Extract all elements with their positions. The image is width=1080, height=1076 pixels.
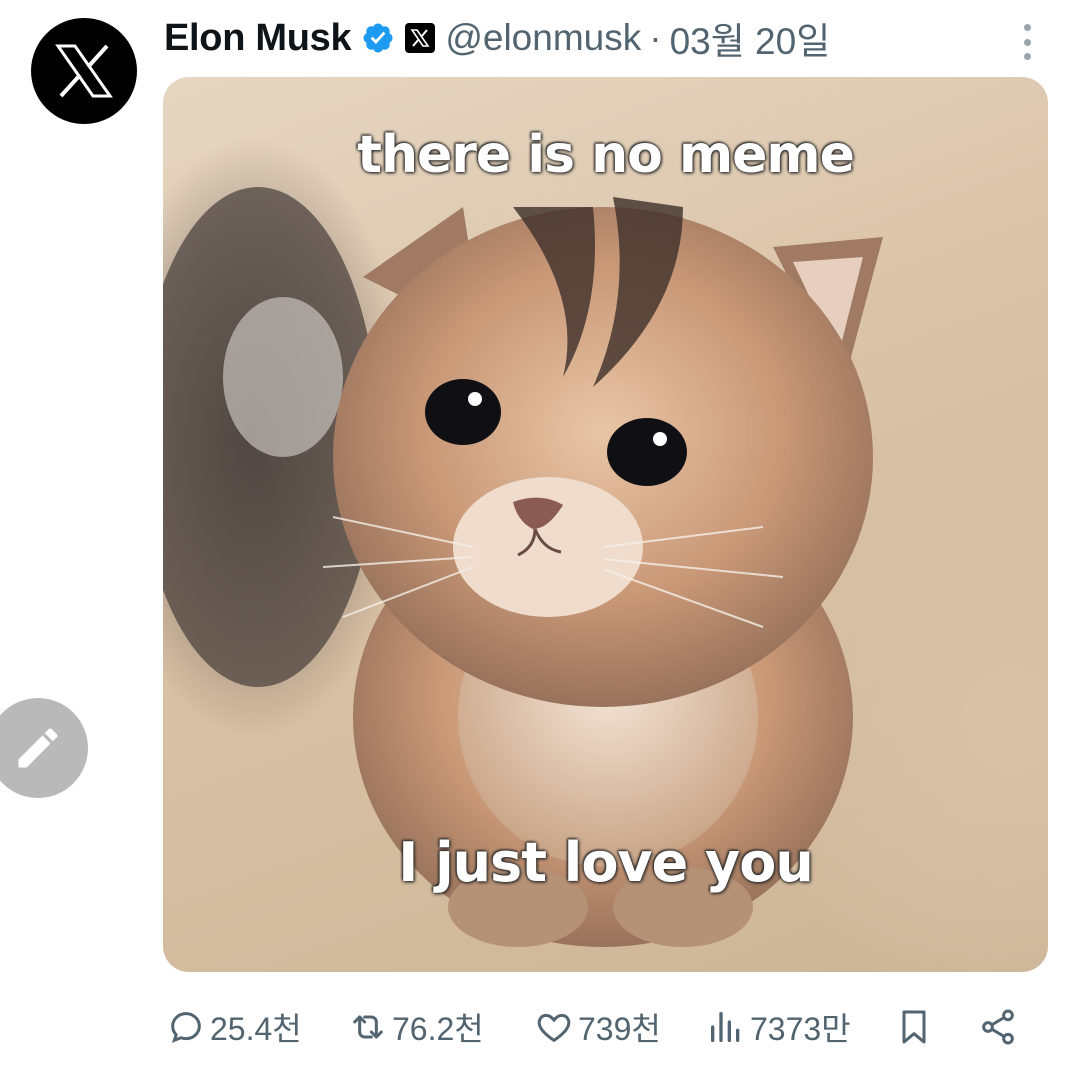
author-handle[interactable]: @elonmusk xyxy=(445,17,641,59)
share-icon xyxy=(978,1007,1018,1047)
reply-button[interactable]: 25.4천 xyxy=(166,1004,302,1050)
tweet-media-image[interactable]: there is no meme I just love you xyxy=(163,77,1048,972)
pencil-icon xyxy=(18,728,58,768)
x-logo-icon xyxy=(55,44,113,98)
reply-icon xyxy=(166,1007,206,1047)
tweet-header: Elon Musk @elonmusk · 03월 20일 xyxy=(164,11,831,65)
author-avatar[interactable] xyxy=(31,18,137,124)
verified-badge-icon xyxy=(361,21,395,55)
header-separator: · xyxy=(649,17,662,58)
like-button[interactable]: 739천 xyxy=(534,1004,661,1050)
tweet-action-bar: 25.4천 76.2천 739천 7373만 xyxy=(166,1004,1046,1050)
like-count: 739천 xyxy=(578,1011,661,1047)
heart-icon xyxy=(534,1007,574,1047)
view-count: 7373만 xyxy=(750,1011,851,1047)
tweet-page: Elon Musk @elonmusk · 03월 20일 there is n… xyxy=(0,0,1080,1076)
bookmark-icon xyxy=(894,1007,934,1047)
share-button[interactable] xyxy=(978,1004,1018,1050)
repost-button[interactable]: 76.2천 xyxy=(348,1004,484,1050)
views-button[interactable]: 7373만 xyxy=(706,1004,851,1050)
more-options-icon[interactable] xyxy=(1012,22,1042,62)
reply-count: 25.4천 xyxy=(210,1011,302,1047)
tweet-date[interactable]: 03월 20일 xyxy=(670,11,831,65)
meme-top-caption: there is no meme xyxy=(357,125,855,185)
compose-fab-button[interactable] xyxy=(0,698,88,798)
author-name[interactable]: Elon Musk xyxy=(164,17,352,60)
views-chart-icon xyxy=(706,1007,746,1047)
x-affiliation-icon[interactable] xyxy=(405,23,436,53)
meme-bottom-caption: I just love you xyxy=(398,831,814,894)
repost-icon xyxy=(348,1007,388,1047)
repost-count: 76.2천 xyxy=(392,1011,484,1047)
bookmark-button[interactable] xyxy=(894,1004,934,1050)
